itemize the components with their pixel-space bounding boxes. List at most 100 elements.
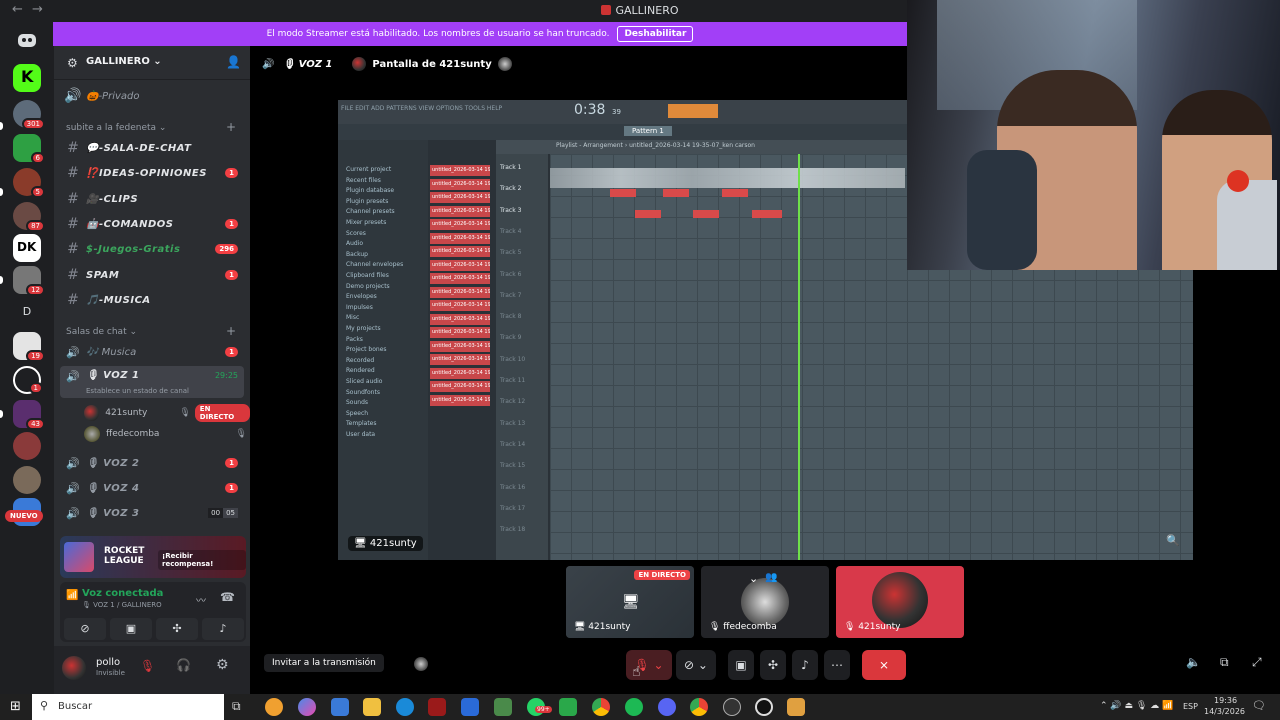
fl-track-label[interactable]: Track 2 [500,185,521,192]
share-screen-button[interactable]: ▣ [728,650,754,680]
invite-to-stream-button[interactable]: Invitar a la transmisión [264,654,384,672]
popout-icon[interactable]: ⧉ [1220,655,1229,670]
participant-tile-stream[interactable]: EN DIRECTO 🖥 🖥 421sunty [566,566,694,638]
fl-track-label[interactable]: Track 4 [500,228,521,235]
fl-track-label[interactable]: Track 9 [500,334,521,341]
fl-browser-item[interactable]: Channel envelopes [346,261,403,268]
fl-track-label[interactable]: Track 6 [500,271,521,278]
fl-browser-item[interactable]: Rendered [346,367,375,374]
voice-user[interactable]: ffedecomba 🎙 [84,426,247,442]
fullscreen-icon[interactable]: ⤢ [1252,655,1262,670]
illustrator-icon[interactable] [428,698,446,716]
channel-privado[interactable]: 🔊 🎃-Privado [60,85,244,107]
app-icon[interactable] [559,698,577,716]
fl-clip-item[interactable]: untitled_2026-03-14 19.. [430,354,490,365]
disconnect-icon[interactable]: ☎ [220,590,235,604]
camera-off-button[interactable]: ⊘ [64,618,106,640]
voice-channel-voz1[interactable]: 🔊 🎙 VOZ 1 29:25 Establece un estado de c… [60,366,244,398]
server-icon[interactable] [13,432,41,460]
fl-track-label[interactable]: Track 12 [500,398,525,405]
participant-tile-421sunty[interactable]: 🎙 421sunty [836,566,964,638]
fl-clip-item[interactable]: untitled_2026-03-14 19.. [430,205,490,217]
soundboard-button[interactable]: ♪ [792,650,818,680]
fl-clip-item[interactable]: untitled_2026-03-14 19.. [430,219,490,230]
copilot-icon[interactable] [298,698,316,716]
taskbar-search[interactable]: ⚲ Buscar [32,694,224,720]
server-icon[interactable]: 6 [13,134,45,164]
server-kick-icon[interactable]: K [13,64,41,92]
camera-toggle-button[interactable]: ⊘ ⌄ [676,650,716,680]
fl-clip-item[interactable]: untitled_2026-03-14 19.. [430,381,490,392]
soundboard-button[interactable]: ♪ [202,618,244,640]
app-icon[interactable] [265,698,283,716]
discord-icon[interactable] [658,698,676,716]
fl-browser-item[interactable]: Channel presets [346,208,395,215]
whatsapp-icon[interactable]: 99+ [527,698,552,716]
activities-button[interactable]: ✣ [156,618,198,640]
file-explorer-icon[interactable] [363,698,381,716]
fl-track-label[interactable]: Track 5 [500,249,521,256]
noise-suppression-icon[interactable]: 〰 [196,592,206,607]
fl-clip-item[interactable]: untitled_2026-03-14 19.. [430,394,490,406]
add-channel-icon[interactable]: + [226,120,236,134]
volume-icon[interactable]: 🔈 [1186,655,1201,669]
fl-clip-item[interactable]: untitled_2026-03-14 19.. [430,246,490,257]
fl-track-label[interactable]: Track 11 [500,377,525,384]
channel-ideas-opiniones[interactable]: # ⁉️IDEAS-OPINIONES 1 [60,162,244,184]
fl-track-label[interactable]: Track 8 [500,313,521,320]
invite-members-icon[interactable]: 👤 [226,55,241,69]
channel-sala-de-chat[interactable]: # 💬-SALA-DE-CHAT [60,137,244,159]
fl-studio-icon[interactable] [787,698,805,716]
system-tray-icons[interactable]: ⌃ 🔊 ⏏ 🎙 ☁ 📶 [1100,701,1173,711]
add-channel-icon[interactable]: + [226,324,236,338]
server-icon[interactable]: 19 [13,332,45,362]
fl-browser-item[interactable]: Sliced audio [346,378,382,385]
fl-browser-item[interactable]: Packs [346,336,363,343]
chrome-profile-icon[interactable] [690,698,708,716]
zoom-icon[interactable]: 🔍 [1166,534,1180,547]
channel-comandos[interactable]: # 🤖-COMANDOS 1 [60,213,244,235]
task-view-icon[interactable]: ⧉ [232,699,241,714]
fl-clip-item[interactable]: untitled_2026-03-14 19.. [430,273,490,284]
server-icon[interactable]: 12 [13,266,45,296]
fl-browser-item[interactable]: Scores [346,230,366,237]
fl-browser-item[interactable]: Clipboard files [346,272,389,279]
fl-track-label[interactable]: Track 3 [500,207,521,214]
promo-banner[interactable]: ROCKET LEAGUE ¡Recibir recompensa! [60,536,246,578]
edge-icon[interactable] [396,698,414,716]
fl-browser-item[interactable]: Speech [346,410,368,417]
fl-clip-item[interactable]: untitled_2026-03-14 19.. [430,300,490,311]
fl-browser-item[interactable]: Current project [346,166,391,173]
headphones-icon[interactable]: 🎧 [176,658,191,672]
fl-clip-item[interactable]: untitled_2026-03-14 19.. [430,259,490,271]
spotify-icon[interactable] [625,698,643,716]
voice-channel-musica[interactable]: 🔊 🎶 Musica 1 [60,341,244,363]
channel-status[interactable]: Establece un estado de canal [86,387,189,395]
windows-start-icon[interactable]: ⊞ [10,699,21,714]
server-icon[interactable]: 87 [13,202,45,232]
voice-channel-link[interactable]: 🎙 VOZ 1 / GALLINERO [82,601,162,609]
share-screen-button[interactable]: ▣ [110,618,152,640]
fl-track-label[interactable]: Track 15 [500,462,525,469]
fl-browser-item[interactable]: Mixer presets [346,219,386,226]
fl-browser-item[interactable]: Recent files [346,177,381,184]
fl-browser-item[interactable]: Audio [346,240,363,247]
fl-track-label[interactable]: Track 14 [500,441,525,448]
fl-clip-item[interactable]: untitled_2026-03-14 19.. [430,165,490,176]
discord-home-icon[interactable] [13,26,41,54]
language-indicator[interactable]: ESP [1183,702,1198,711]
new-badge[interactable]: NUEVO [5,510,43,522]
disable-streamer-mode-button[interactable]: Deshabilitar [617,26,694,42]
fl-browser-item[interactable]: Impulses [346,304,373,311]
fl-track-label[interactable]: Track 18 [500,526,525,533]
category-header[interactable]: subite a la fedeneta ⌄ + [66,120,236,134]
fl-browser-item[interactable]: User data [346,431,375,438]
fl-browser-item[interactable]: Sounds [346,399,368,406]
fl-browser-item[interactable]: Misc [346,314,359,321]
app-icon[interactable] [723,698,741,716]
claim-reward-button[interactable]: ¡Recibir recompensa! [158,550,246,570]
fl-track-label[interactable]: Track 10 [500,356,525,363]
server-d-icon[interactable]: D [13,298,41,326]
voice-channel-voz3[interactable]: 🔊 🎙 VOZ 3 00 05 [60,502,244,524]
more-options-button[interactable]: ⋯ [824,650,850,680]
